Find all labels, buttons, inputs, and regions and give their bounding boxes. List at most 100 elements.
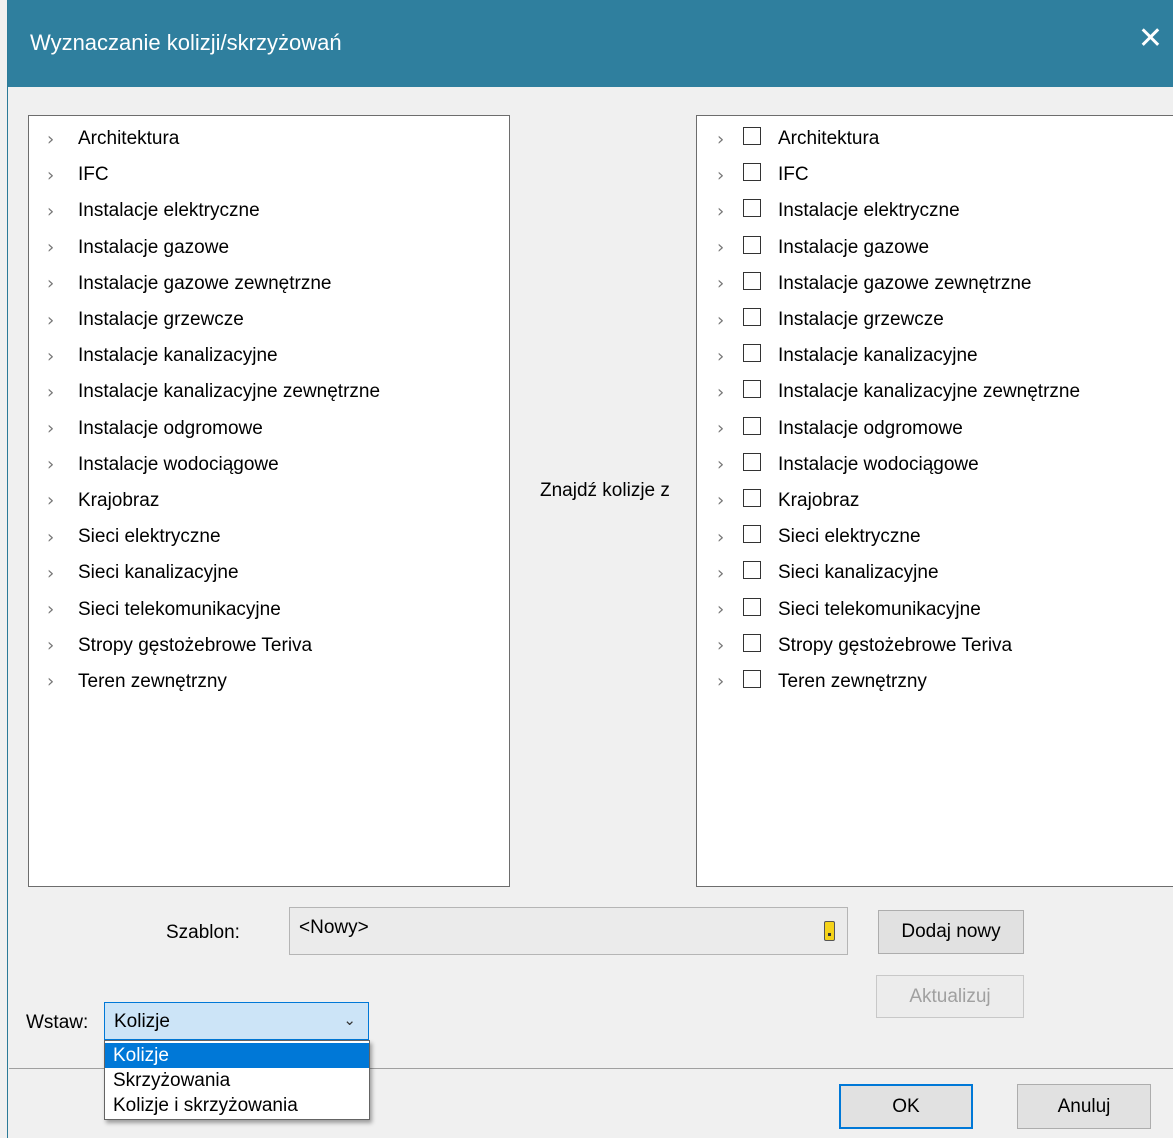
source-tree-item[interactable]: › Teren zewnętrzny	[29, 664, 509, 700]
ok-button[interactable]: OK	[839, 1084, 973, 1129]
target-tree-item[interactable]: › Instalacje kanalizacyjne	[697, 338, 1173, 374]
layer-checkbox[interactable]	[743, 163, 761, 182]
tree-item-label: Instalacje odgromowe	[78, 417, 263, 439]
chevron-right-icon[interactable]: ›	[717, 237, 731, 258]
layer-checkbox[interactable]	[743, 308, 761, 327]
source-tree-item[interactable]: › Instalacje kanalizacyjne zewnętrzne	[29, 374, 509, 410]
tree-item-label: Instalacje elektryczne	[78, 200, 260, 222]
layer-checkbox[interactable]	[743, 633, 761, 652]
chevron-right-icon[interactable]: ›	[47, 129, 61, 150]
layer-checkbox[interactable]	[743, 597, 761, 616]
source-tree-item[interactable]: › Sieci kanalizacyjne	[29, 555, 509, 591]
chevron-right-icon[interactable]: ›	[717, 346, 731, 367]
dropdown-option-collisions[interactable]: Kolizje	[105, 1043, 369, 1068]
target-tree-item[interactable]: › Sieci elektryczne	[697, 519, 1173, 555]
close-icon[interactable]: ✕	[1138, 24, 1163, 54]
layer-checkbox[interactable]	[743, 669, 761, 688]
chevron-right-icon[interactable]: ›	[717, 129, 731, 150]
chevron-right-icon[interactable]: ›	[47, 563, 61, 584]
source-tree-item[interactable]: › IFC	[29, 157, 509, 193]
target-tree-item[interactable]: › Stropy gęstożebrowe Teriva	[697, 628, 1173, 664]
target-tree-item[interactable]: › Instalacje grzewcze	[697, 302, 1173, 338]
chevron-right-icon[interactable]: ›	[47, 490, 61, 511]
source-tree-item[interactable]: › Instalacje grzewcze	[29, 302, 509, 338]
source-tree-item[interactable]: › Architektura	[29, 121, 509, 157]
chevron-right-icon[interactable]: ›	[47, 346, 61, 367]
target-tree-item[interactable]: › Instalacje elektryczne	[697, 193, 1173, 229]
tree-item-label: Sieci telekomunikacyjne	[778, 598, 981, 620]
chevron-right-icon[interactable]: ›	[47, 237, 61, 258]
insert-select[interactable]: Kolizje ⌄	[104, 1002, 369, 1040]
layer-checkbox[interactable]	[743, 416, 761, 435]
chevron-right-icon[interactable]: ›	[47, 165, 61, 186]
marker-icon[interactable]	[824, 921, 835, 941]
layer-checkbox[interactable]	[743, 525, 761, 544]
chevron-right-icon[interactable]: ›	[717, 490, 731, 511]
chevron-right-icon[interactable]: ›	[47, 454, 61, 475]
target-tree-item[interactable]: › Architektura	[697, 121, 1173, 157]
source-tree-item[interactable]: › Instalacje wodociągowe	[29, 447, 509, 483]
layer-checkbox[interactable]	[743, 452, 761, 471]
chevron-right-icon[interactable]: ›	[47, 201, 61, 222]
update-button[interactable]: Aktualizuj	[876, 975, 1024, 1018]
source-tree-item[interactable]: › Krajobraz	[29, 483, 509, 519]
cancel-button[interactable]: Anuluj	[1017, 1084, 1151, 1129]
target-tree-item[interactable]: › Instalacje wodociągowe	[697, 447, 1173, 483]
source-tree-item[interactable]: › Sieci elektryczne	[29, 519, 509, 555]
chevron-right-icon[interactable]: ›	[47, 273, 61, 294]
tree-item-label: Instalacje wodociągowe	[778, 453, 979, 475]
chevron-right-icon[interactable]: ›	[47, 418, 61, 439]
chevron-right-icon[interactable]: ›	[47, 671, 61, 692]
add-new-button[interactable]: Dodaj nowy	[878, 910, 1024, 954]
chevron-right-icon[interactable]: ›	[47, 635, 61, 656]
source-tree-item[interactable]: › Instalacje kanalizacyjne	[29, 338, 509, 374]
source-layers-tree[interactable]: › Architektura › IFC › Instalacje elektryczne…	[28, 115, 510, 887]
layer-checkbox[interactable]	[743, 271, 761, 290]
layer-checkbox[interactable]	[743, 561, 761, 580]
target-tree-item[interactable]: › Sieci telekomunikacyjne	[697, 591, 1173, 627]
target-tree-item[interactable]: › Sieci kanalizacyjne	[697, 555, 1173, 591]
chevron-right-icon[interactable]: ›	[717, 382, 731, 403]
chevron-right-icon[interactable]: ›	[717, 527, 731, 548]
target-tree-item[interactable]: › Instalacje gazowe	[697, 230, 1173, 266]
chevron-right-icon[interactable]: ›	[717, 635, 731, 656]
chevron-right-icon[interactable]: ›	[47, 527, 61, 548]
tree-item-label: IFC	[78, 164, 109, 186]
source-tree-item[interactable]: › Sieci telekomunikacyjne	[29, 591, 509, 627]
layer-checkbox[interactable]	[743, 235, 761, 254]
tree-item-label: Krajobraz	[778, 489, 860, 511]
target-tree-item[interactable]: › Krajobraz	[697, 483, 1173, 519]
chevron-right-icon[interactable]: ›	[47, 599, 61, 620]
source-tree-item[interactable]: › Instalacje elektryczne	[29, 193, 509, 229]
layer-checkbox[interactable]	[743, 488, 761, 507]
layer-checkbox[interactable]	[743, 380, 761, 399]
source-tree-item[interactable]: › Instalacje odgromowe	[29, 411, 509, 447]
target-tree-item[interactable]: › Instalacje odgromowe	[697, 411, 1173, 447]
chevron-right-icon[interactable]: ›	[717, 418, 731, 439]
chevron-down-icon[interactable]: ⌄	[343, 1011, 356, 1029]
target-layers-tree[interactable]: › Architektura › IFC › Instalacje elektryczne…	[696, 115, 1173, 887]
chevron-right-icon[interactable]: ›	[717, 201, 731, 222]
dropdown-option-collisions-and-crossings[interactable]: Kolizje i skrzyżowania	[105, 1093, 369, 1118]
target-tree-item[interactable]: › Instalacje gazowe zewnętrzne	[697, 266, 1173, 302]
target-tree-item[interactable]: › Instalacje kanalizacyjne zewnętrzne	[697, 374, 1173, 410]
layer-checkbox[interactable]	[743, 199, 761, 218]
chevron-right-icon[interactable]: ›	[47, 310, 61, 331]
layer-checkbox[interactable]	[743, 344, 761, 363]
source-tree-item[interactable]: › Instalacje gazowe zewnętrzne	[29, 266, 509, 302]
layer-checkbox[interactable]	[743, 127, 761, 146]
chevron-right-icon[interactable]: ›	[717, 671, 731, 692]
template-combo[interactable]: <Nowy>	[289, 907, 848, 955]
chevron-right-icon[interactable]: ›	[717, 599, 731, 620]
chevron-right-icon[interactable]: ›	[717, 454, 731, 475]
chevron-right-icon[interactable]: ›	[717, 165, 731, 186]
dropdown-option-crossings[interactable]: Skrzyżowania	[105, 1068, 369, 1093]
chevron-right-icon[interactable]: ›	[717, 563, 731, 584]
chevron-right-icon[interactable]: ›	[717, 310, 731, 331]
source-tree-item[interactable]: › Instalacje gazowe	[29, 230, 509, 266]
source-tree-item[interactable]: › Stropy gęstożebrowe Teriva	[29, 628, 509, 664]
chevron-right-icon[interactable]: ›	[717, 273, 731, 294]
target-tree-item[interactable]: › Teren zewnętrzny	[697, 664, 1173, 700]
target-tree-item[interactable]: › IFC	[697, 157, 1173, 193]
chevron-right-icon[interactable]: ›	[47, 382, 61, 403]
